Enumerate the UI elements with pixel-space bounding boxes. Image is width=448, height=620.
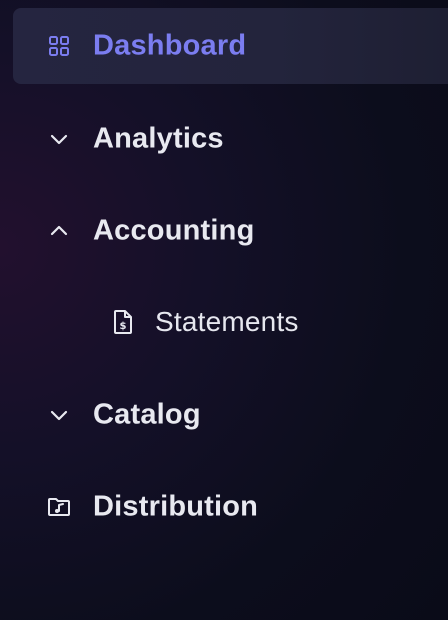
nav-item-dashboard[interactable]: Dashboard bbox=[13, 8, 448, 84]
nav-item-label: Accounting bbox=[93, 214, 255, 247]
nav-item-label: Dashboard bbox=[93, 29, 247, 62]
chevron-down-icon bbox=[47, 127, 71, 151]
nav-subitem-statements[interactable]: $ Statements bbox=[13, 284, 448, 360]
chevron-up-icon bbox=[47, 219, 71, 243]
nav-item-distribution[interactable]: Distribution bbox=[13, 469, 448, 545]
nav-item-analytics[interactable]: Analytics bbox=[13, 101, 448, 177]
document-dollar-icon: $ bbox=[111, 310, 135, 334]
nav-item-accounting[interactable]: Accounting bbox=[13, 193, 448, 269]
sidebar-nav: Dashboard Analytics Accounting $ Stateme… bbox=[0, 0, 448, 620]
nav-item-label: Statements bbox=[155, 306, 299, 337]
chevron-down-icon bbox=[47, 403, 71, 427]
nav-item-label: Distribution bbox=[93, 490, 259, 523]
svg-text:$: $ bbox=[120, 321, 127, 332]
nav-item-label: Catalog bbox=[93, 398, 201, 431]
grid-icon bbox=[47, 34, 71, 58]
music-folder-icon bbox=[47, 495, 71, 519]
nav-item-label: Analytics bbox=[93, 122, 224, 155]
nav-item-catalog[interactable]: Catalog bbox=[13, 377, 448, 453]
